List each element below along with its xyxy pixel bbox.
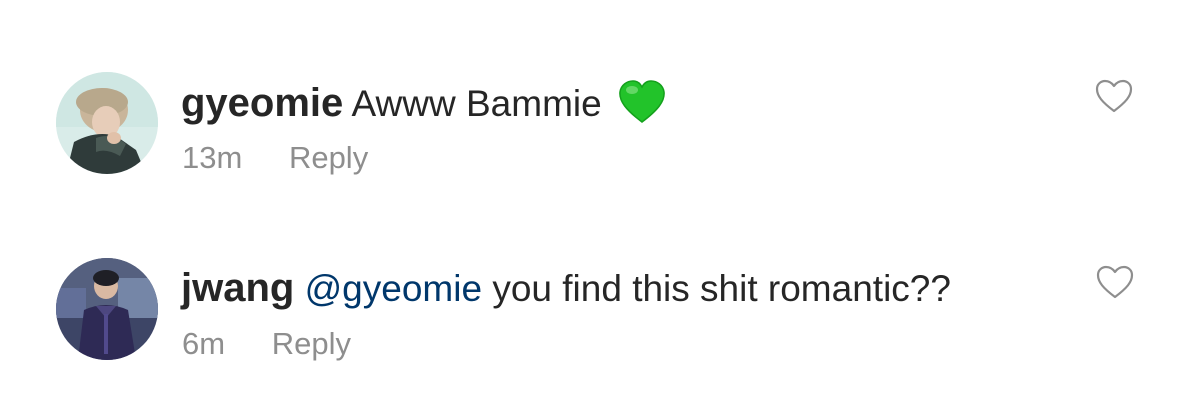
comment-text-line: jwang @gyeomie you find this shit romant…	[181, 266, 951, 311]
avatar-gyeomie[interactable]	[56, 72, 158, 174]
comment-timestamp: 6m	[182, 326, 226, 361]
comment-meta: 13m Reply	[182, 139, 368, 177]
comment-text-line: gyeomie Awww Bammie	[181, 80, 666, 134]
avatar-jwang[interactable]	[56, 258, 158, 360]
comment-timestamp: 13m	[182, 140, 243, 175]
reply-button[interactable]: Reply	[289, 139, 368, 177]
comment-meta: 6m Reply	[182, 325, 351, 363]
green-heart-icon	[618, 80, 666, 134]
comment-item: jwang @gyeomie you find this shit romant…	[0, 258, 1200, 368]
heart-outline-icon[interactable]	[1094, 78, 1134, 114]
comment-username[interactable]: jwang	[181, 266, 294, 310]
comment-item: gyeomie Awww Bammie 13m Reply	[0, 72, 1200, 182]
comment-username[interactable]: gyeomie	[181, 81, 343, 125]
reply-button[interactable]: Reply	[272, 325, 351, 363]
comment-mention[interactable]: @gyeomie	[305, 268, 482, 309]
comment-body: Awww Bammie	[351, 83, 602, 124]
comment-body: you find this shit romantic??	[492, 268, 951, 309]
heart-outline-icon[interactable]	[1095, 264, 1135, 300]
